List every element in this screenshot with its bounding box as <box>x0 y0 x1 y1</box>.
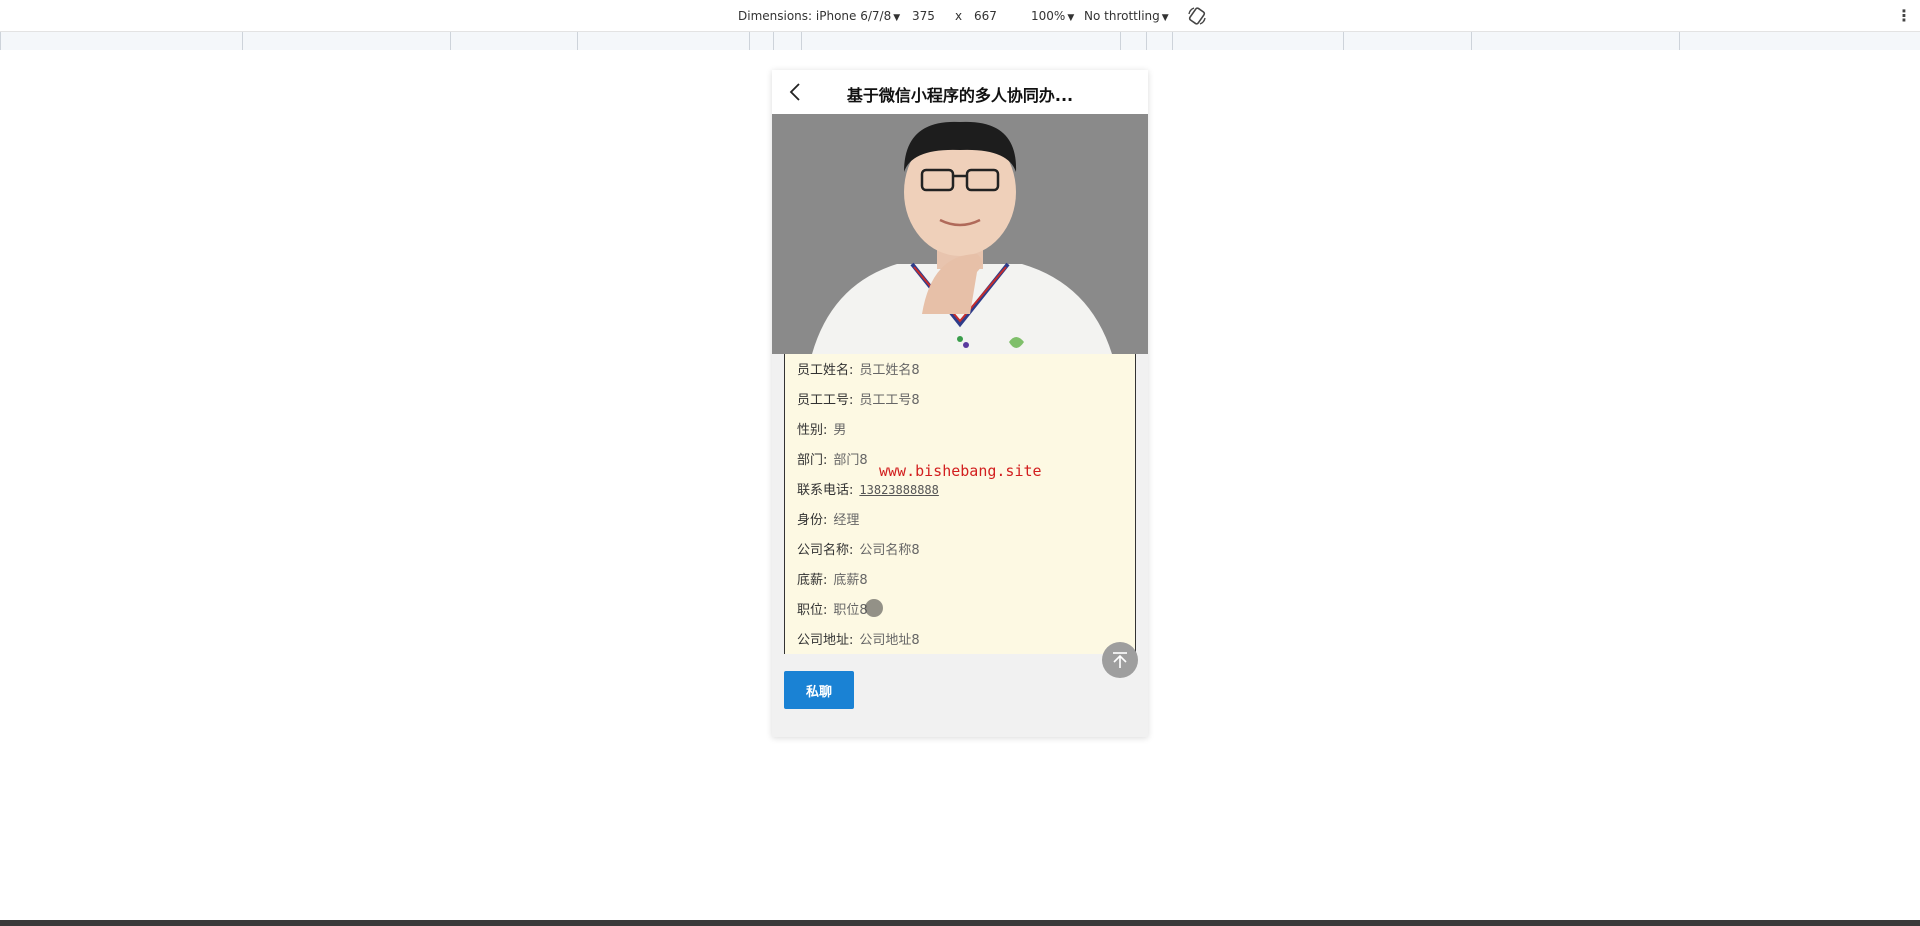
ruler-segment[interactable] <box>242 32 450 50</box>
detail-value: 底薪8 <box>833 573 868 588</box>
width-input[interactable]: 375 <box>912 9 935 23</box>
detail-label: 公司地址: <box>797 633 854 648</box>
device-select[interactable]: Dimensions: iPhone 6/7/8 ▼ <box>738 9 900 23</box>
detail-label: 部门: <box>797 453 828 468</box>
phone-link[interactable]: 13823888888 <box>859 483 938 497</box>
scroll-to-top-button[interactable] <box>1102 642 1138 678</box>
detail-label: 身份: <box>797 513 828 528</box>
detail-label: 职位: <box>797 603 828 618</box>
taskbar-strip <box>0 920 1920 926</box>
throttling-label: No throttling <box>1084 9 1160 23</box>
throttling-select[interactable]: No throttling ▼ <box>1084 9 1169 23</box>
device-select-label: Dimensions: iPhone 6/7/8 <box>738 9 892 23</box>
detail-label: 公司名称: <box>797 543 854 558</box>
media-query-ruler <box>0 32 1920 50</box>
detail-row-phone: 联系电话: 13823888888 <box>797 479 939 498</box>
ruler-segment[interactable] <box>1146 32 1172 50</box>
dropdown-arrow-icon: ▼ <box>893 13 901 23</box>
ruler-segment[interactable] <box>749 32 773 50</box>
detail-value: 部门8 <box>833 453 868 468</box>
detail-label: 性别: <box>797 423 828 438</box>
dimension-separator: x <box>955 9 963 23</box>
back-chevron-icon[interactable] <box>784 80 808 104</box>
ruler-segment[interactable] <box>1471 32 1679 50</box>
ruler-segment[interactable] <box>1679 32 1920 50</box>
height-input[interactable]: 667 <box>974 9 997 23</box>
page-title: 基于微信小程序的多人协同办... <box>846 86 1074 105</box>
detail-value: 公司名称8 <box>859 543 920 558</box>
watermark-text: www.bishebang.site <box>879 462 1042 480</box>
employee-photo <box>772 114 1148 354</box>
employee-details-card: 员工姓名: 员工姓名8 员工工号: 员工工号8 性别: 男 部门: 部门8 联系电话: 1… <box>784 354 1136 654</box>
touch-cursor <box>865 599 883 617</box>
ruler-segment[interactable] <box>450 32 577 50</box>
detail-label: 员工姓名: <box>797 363 854 378</box>
ruler-segment[interactable] <box>577 32 749 50</box>
dropdown-arrow-icon: ▼ <box>1161 13 1169 23</box>
dropdown-arrow-icon: ▼ <box>1067 13 1075 23</box>
detail-label: 联系电话: <box>797 483 854 498</box>
phone-viewport: 基于微信小程序的多人协同办... 员工姓名: 员工姓名8 员工工号: 员工工号8 性… <box>772 70 1148 737</box>
rotate-icon[interactable] <box>1187 6 1207 26</box>
ruler-segment[interactable] <box>773 32 801 50</box>
detail-value: 职位8 <box>833 603 868 618</box>
ruler-segment[interactable] <box>0 32 242 50</box>
detail-row-role: 身份: 经理 <box>797 509 859 528</box>
ruler-segment[interactable] <box>1172 32 1343 50</box>
more-vert-icon[interactable]: ⋮ <box>1896 6 1912 25</box>
scroll-to-top-icon <box>1113 652 1127 668</box>
detail-row-name: 员工姓名: 员工姓名8 <box>797 359 920 378</box>
ruler-segment[interactable] <box>1120 32 1146 50</box>
detail-value: 男 <box>833 423 847 438</box>
detail-row-employee-id: 员工工号: 员工工号8 <box>797 389 920 408</box>
private-chat-button[interactable]: 私聊 <box>784 671 854 709</box>
detail-value: 员工姓名8 <box>859 363 920 378</box>
detail-row-department: 部门: 部门8 <box>797 449 868 468</box>
detail-label: 员工工号: <box>797 393 854 408</box>
devtools-device-toolbar: Dimensions: iPhone 6/7/8 ▼ 375 x 667 100%… <box>0 0 1920 32</box>
ruler-segment[interactable] <box>1343 32 1471 50</box>
detail-value: 经理 <box>833 513 860 528</box>
ruler-segment[interactable] <box>801 32 1120 50</box>
detail-row-base-salary: 底薪: 底薪8 <box>797 569 868 588</box>
zoom-label: 100% <box>1031 9 1066 23</box>
detail-value: 公司地址8 <box>859 633 920 648</box>
detail-value: 员工工号8 <box>859 393 920 408</box>
detail-row-gender: 性别: 男 <box>797 419 846 438</box>
zoom-select[interactable]: 100% ▼ <box>1031 9 1074 23</box>
detail-row-company-address: 公司地址: 公司地址8 <box>797 629 920 648</box>
detail-label: 底薪: <box>797 573 828 588</box>
detail-row-position: 职位: 职位8 <box>797 599 868 618</box>
detail-row-company-name: 公司名称: 公司名称8 <box>797 539 920 558</box>
nav-bar: 基于微信小程序的多人协同办... <box>772 70 1148 114</box>
